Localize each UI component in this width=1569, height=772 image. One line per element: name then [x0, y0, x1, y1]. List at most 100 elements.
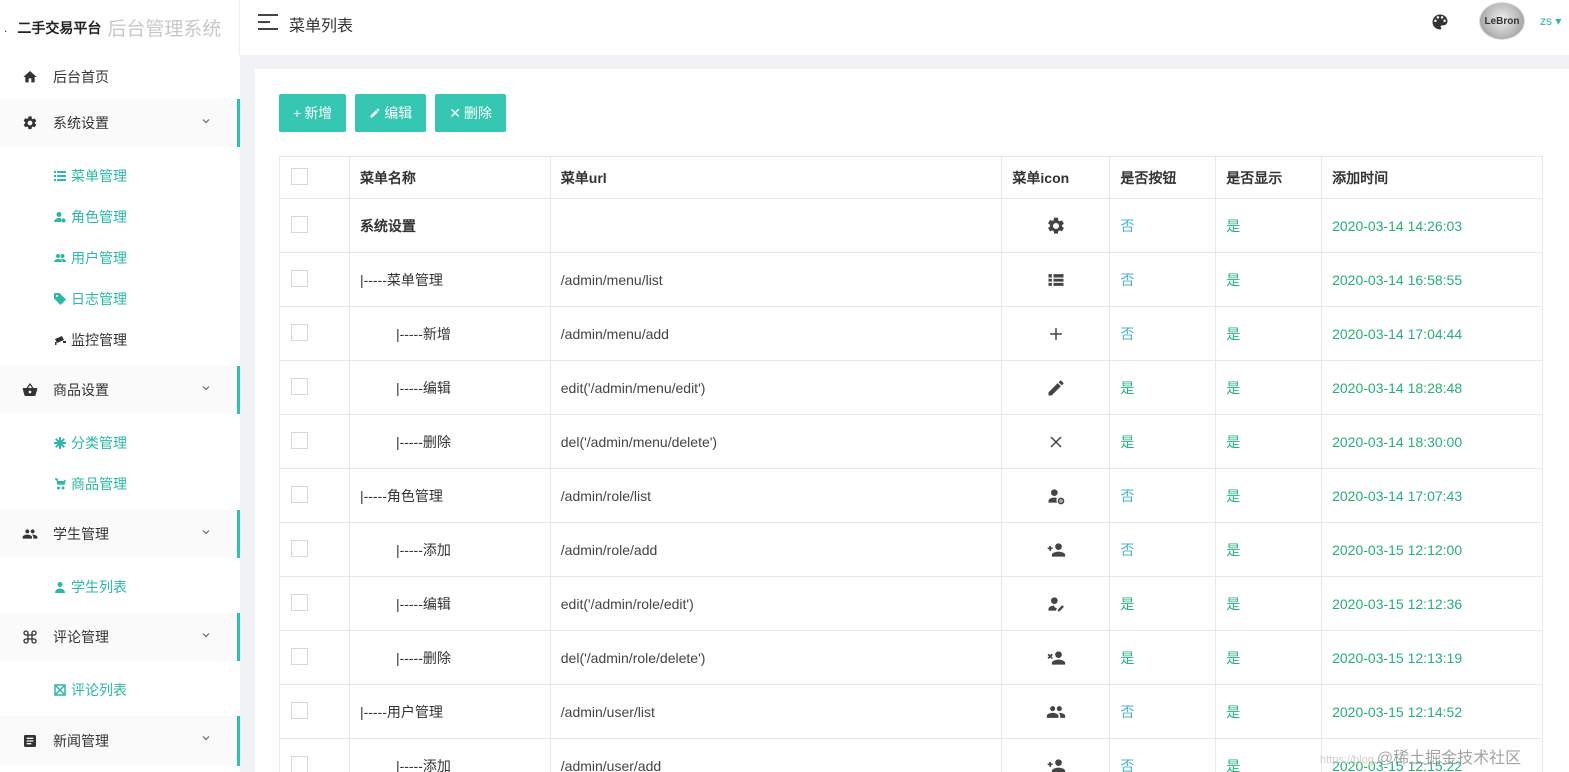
users-icon — [54, 253, 66, 262]
sidebar-item-role[interactable]: 角色管理 — [0, 196, 240, 237]
row-checkbox[interactable] — [291, 485, 308, 503]
table-row[interactable]: |-----添加/admin/role/add 否是 2020-03-15 12:1… — [279, 522, 1543, 577]
row-checkbox[interactable] — [291, 215, 308, 233]
table-row[interactable]: |-----编辑 edit('/admin/role/edit') 是是 2020-0… — [279, 576, 1543, 631]
table-row[interactable]: |-----用户管理/admin/user/list 否是 2020-03-15 1… — [279, 684, 1543, 739]
sidebar-item-comment-list[interactable]: 评论列表 — [0, 669, 240, 710]
menu-name-cell: |-----新增 — [349, 306, 551, 361]
created-time-cell: 2020-03-15 12:13:19 — [1321, 630, 1543, 685]
menu-url-cell: /admin/role/list — [550, 468, 1003, 523]
sidebar-group-student[interactable]: 学生管理 — [0, 510, 240, 558]
page-title: 菜单列表 — [289, 18, 354, 35]
column-header[interactable]: 菜单名称 — [349, 156, 551, 199]
delete-button[interactable]: ✕ 删除 — [435, 94, 506, 132]
table-row[interactable]: |-----角色管理/admin/role/list 否是 2020-03-14 1… — [279, 468, 1543, 523]
gear-icon — [1048, 217, 1064, 234]
person-icon — [55, 581, 65, 593]
sidebar-item-log[interactable]: 日志管理 — [0, 278, 240, 319]
row-checkbox[interactable] — [291, 269, 308, 287]
sidebar-item-monitor[interactable]: 监控管理 — [0, 319, 240, 360]
table-row[interactable]: |-----删除 del('/admin/menu/delete') 是是 2020-… — [279, 414, 1543, 469]
is-button-cell: 是 — [1109, 360, 1217, 415]
toolbar: + 新增 编辑 ✕ 删除 — [279, 94, 506, 132]
sidebar-item-label: 监控管理 — [71, 331, 127, 348]
avatar[interactable]: LeBron — [1479, 2, 1525, 40]
row-select-cell — [279, 198, 350, 253]
sidebar-item-student-list[interactable]: 学生列表 — [0, 566, 240, 607]
home-icon — [23, 71, 37, 83]
menu-url-cell: edit('/admin/menu/edit') — [550, 360, 1003, 415]
gear-icon — [23, 116, 37, 130]
row-checkbox[interactable] — [291, 323, 308, 341]
is-visible-cell: 是 — [1215, 522, 1323, 577]
row-checkbox[interactable] — [291, 593, 308, 611]
created-time-cell: 2020-03-14 16:58:55 — [1321, 252, 1543, 307]
stroller-icon — [55, 477, 66, 489]
sidebar-group-label: 评论管理 — [53, 629, 109, 645]
row-select-cell — [279, 576, 350, 631]
row-checkbox[interactable] — [291, 647, 308, 665]
column-header[interactable]: 菜单icon — [1001, 156, 1111, 199]
sidebar-item-goods[interactable]: 商品管理 — [0, 463, 240, 504]
delete-button-label: 删除 — [463, 105, 492, 121]
menu-name-cell: |-----角色管理 — [349, 468, 551, 523]
sidebar-item-label: 学生列表 — [71, 578, 127, 595]
menu-table: 菜单名称 菜单url 菜单icon 是否按钮 是否显示 添加时间 系统设置否是 2… — [279, 156, 1543, 772]
menu-url-cell: del('/admin/role/delete') — [550, 630, 1003, 685]
table-row[interactable]: |-----编辑 edit('/admin/menu/edit') 是是 2020-0… — [279, 360, 1543, 415]
table-row[interactable]: |-----新增/admin/menu/add 否是 2020-03-14 17:0… — [279, 306, 1543, 361]
palette-icon[interactable] — [1430, 12, 1450, 32]
menu-icon-cell — [1001, 252, 1111, 307]
sidebar-group-comment[interactable]: 评论管理 — [0, 613, 240, 661]
sidebar-item-home[interactable]: 后台首页 — [0, 55, 240, 99]
table-row[interactable]: |-----删除 del('/admin/role/delete') 是是 2020-… — [279, 630, 1543, 685]
is-button-cell: 否 — [1109, 684, 1217, 739]
sidebar-group-system[interactable]: 系统设置 — [0, 99, 240, 147]
row-checkbox[interactable] — [291, 701, 308, 719]
is-visible-cell: 是 — [1215, 306, 1323, 361]
is-visible-cell: 是 — [1215, 576, 1323, 631]
row-select-cell — [279, 414, 350, 469]
sidebar-group-goods[interactable]: 商品设置 — [0, 366, 240, 414]
row-select-cell — [279, 738, 350, 772]
menu-name-cell: |-----删除 — [349, 414, 551, 469]
row-checkbox[interactable] — [291, 755, 308, 772]
created-time-cell: 2020-03-14 17:04:44 — [1321, 306, 1543, 361]
close-icon: ✕ — [449, 104, 461, 121]
menu-name-cell: |-----用户管理 — [349, 684, 551, 739]
add-button[interactable]: + 新增 — [279, 94, 347, 132]
brand-name: 二手交易平台 — [17, 19, 102, 36]
sidebar-group-label: 学生管理 — [53, 526, 109, 542]
menu-icon-cell — [1001, 468, 1111, 523]
created-time-cell: 2020-03-15 12:12:36 — [1321, 576, 1543, 631]
menu-icon-cell — [1001, 360, 1111, 415]
column-header[interactable]: 添加时间 — [1321, 156, 1543, 199]
select-all-checkbox[interactable] — [291, 167, 308, 185]
sidebar-group-news[interactable]: 新闻管理 — [0, 716, 240, 766]
column-header[interactable]: 是否显示 — [1215, 156, 1323, 199]
menu-name-cell: |-----添加 — [349, 522, 551, 577]
created-time-cell: 2020-03-15 12:12:00 — [1321, 522, 1543, 577]
menu-toggle-icon[interactable] — [258, 14, 278, 30]
chevron-down-icon — [202, 386, 210, 391]
is-visible-cell: 是 — [1215, 738, 1323, 772]
chevron-down-icon — [202, 119, 210, 124]
row-checkbox[interactable] — [291, 539, 308, 557]
user-menu[interactable]: zs ▾ — [1540, 14, 1561, 28]
row-checkbox[interactable] — [291, 431, 308, 449]
sidebar-sublist-goods: 分类管理 商品管理 — [0, 414, 240, 510]
sidebar-item-user[interactable]: 用户管理 — [0, 237, 240, 278]
table-row[interactable]: |-----菜单管理/admin/menu/list 否是 2020-03-14 1… — [279, 252, 1543, 307]
user-remove-icon — [1047, 650, 1066, 665]
sidebar-item-menu[interactable]: 菜单管理 — [0, 155, 240, 196]
sidebar-sublist-comment: 评论列表 — [0, 661, 240, 716]
column-header[interactable]: 菜单url — [550, 156, 1003, 199]
table-row[interactable]: 系统设置 否是 2020-03-14 14:26:03 — [279, 198, 1543, 253]
column-header[interactable]: 是否按钮 — [1109, 156, 1217, 199]
sidebar-item-category[interactable]: 分类管理 — [0, 422, 240, 463]
menu-url-cell: /admin/menu/add — [550, 306, 1003, 361]
menu-url-cell: /admin/user/list — [550, 684, 1003, 739]
menu-url-cell: /admin/role/add — [550, 522, 1003, 577]
row-checkbox[interactable] — [291, 377, 308, 395]
edit-button[interactable]: 编辑 — [355, 94, 427, 132]
